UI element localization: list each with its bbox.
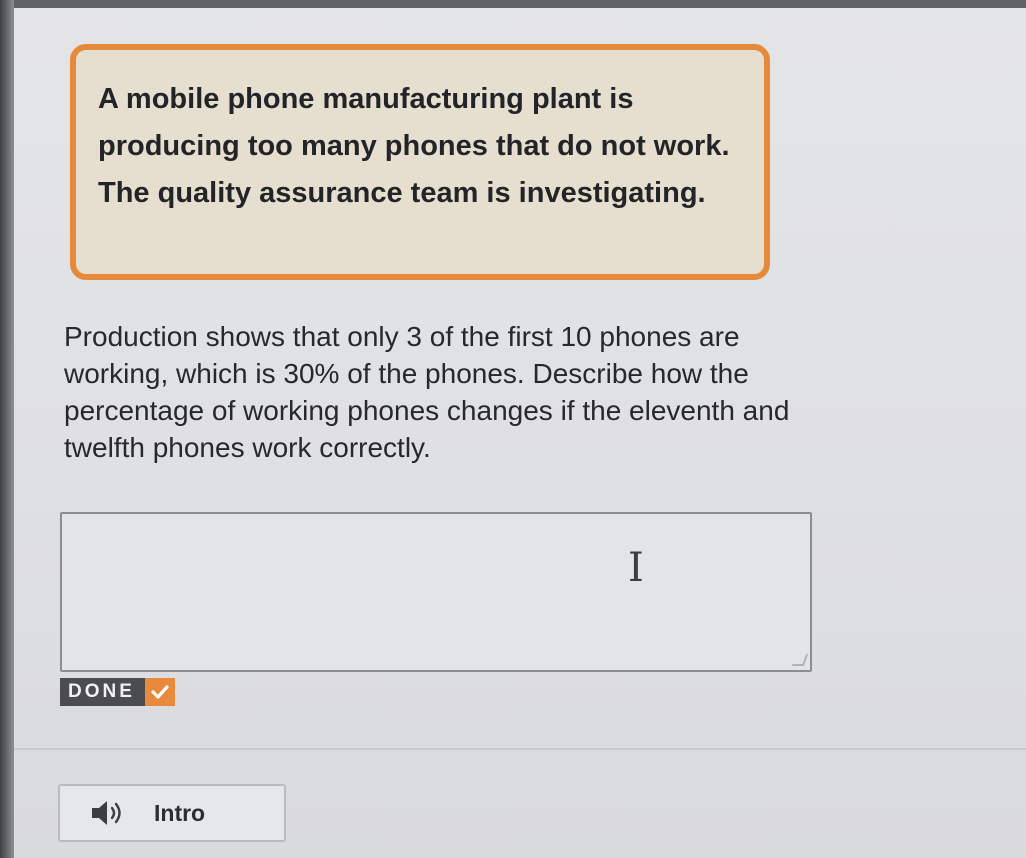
screen: A mobile phone manufacturing plant is pr… [0,0,1026,858]
checkmark-icon [144,678,175,706]
section-divider [14,748,1026,750]
left-edge [0,0,14,858]
intro-audio-button[interactable]: Intro [58,784,286,842]
resize-handle[interactable] [791,654,809,666]
question-prompt: Production shows that only 3 of the firs… [64,321,790,463]
scenario-box: A mobile phone manufacturing plant is pr… [70,44,770,280]
text-cursor-icon: I [628,545,644,591]
done-button-label: DONE [60,678,145,706]
intro-button-label: Intro [154,799,206,826]
speaker-icon [92,801,121,825]
scenario-text: A mobile phone manufacturing plant is pr… [98,83,730,209]
done-button[interactable]: DONE [60,678,175,706]
top-edge [0,0,1026,8]
answer-input[interactable]: I [60,512,812,672]
